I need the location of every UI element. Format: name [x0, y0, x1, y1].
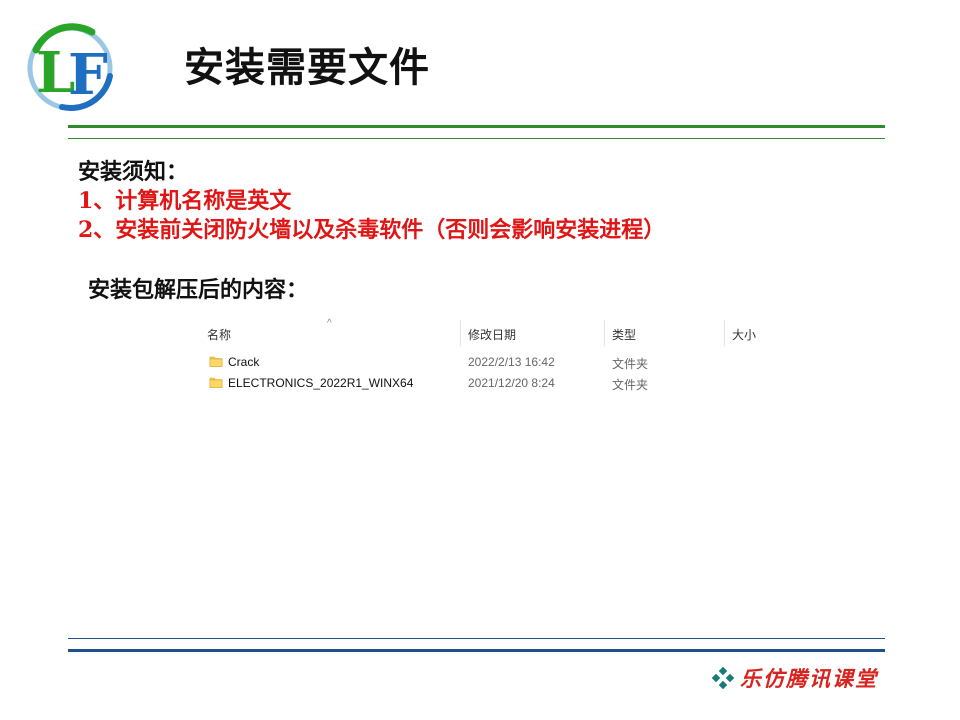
- column-header-modified[interactable]: 修改日期: [468, 326, 516, 343]
- folder-icon: [209, 375, 223, 389]
- file-name: ELECTRONICS_2022R1_WINX64: [228, 376, 414, 390]
- diamond-cluster-icon: [711, 666, 735, 690]
- file-type: 文件夹: [612, 378, 649, 392]
- column-separator[interactable]: [460, 320, 461, 346]
- footer-brand-text: 乐仿腾讯课堂: [740, 666, 878, 691]
- column-header-type[interactable]: 类型: [612, 326, 636, 343]
- lf-logo: L F: [22, 20, 118, 116]
- file-name: Crack: [228, 355, 260, 369]
- package-contents-label: 安装包解压后的内容：: [88, 277, 309, 303]
- page-title: 安装需要文件: [184, 45, 430, 91]
- column-header-size[interactable]: 大小: [732, 326, 756, 343]
- file-type: 文件夹: [612, 357, 649, 371]
- file-modified-date: 2022/2/13 16:42: [468, 355, 555, 369]
- notice-item: 2、安装前关闭防火墙以及杀毒软件（否则会影响安装进程）: [78, 217, 666, 243]
- explorer-column-header: ^ 名称 修改日期 类型 大小: [200, 318, 800, 348]
- notice-heading: 安装须知：: [78, 159, 189, 185]
- column-separator[interactable]: [604, 320, 605, 346]
- footer-divider-thick: [68, 649, 885, 652]
- file-row[interactable]: ELECTRONICS_2022R1_WINX64 2021/12/20 8:2…: [200, 373, 800, 393]
- file-row[interactable]: Crack 2022/2/13 16:42 文件夹: [200, 352, 800, 372]
- lf-logo-icon: L F: [27, 23, 113, 111]
- footer-brand: 乐仿腾讯课堂: [711, 664, 878, 692]
- header-divider-thick: [68, 125, 885, 128]
- file-explorer-list: ^ 名称 修改日期 类型 大小 Crack 2022/2/13 16:42 文件…: [200, 318, 800, 400]
- column-header-name[interactable]: 名称: [207, 326, 231, 343]
- footer-divider-thin: [68, 638, 885, 639]
- sort-indicator-icon[interactable]: ^: [327, 318, 332, 329]
- file-modified-date: 2021/12/20 8:24: [468, 376, 555, 390]
- folder-icon: [209, 354, 223, 368]
- notice-item: 1、计算机名称是英文: [78, 188, 292, 214]
- column-separator[interactable]: [724, 320, 725, 346]
- install-notice: 安装须知： 1、计算机名称是英文 2、安装前关闭防火墙以及杀毒软件（否则会影响安…: [78, 158, 665, 245]
- header-divider-thin: [68, 138, 885, 139]
- svg-text:F: F: [68, 42, 108, 108]
